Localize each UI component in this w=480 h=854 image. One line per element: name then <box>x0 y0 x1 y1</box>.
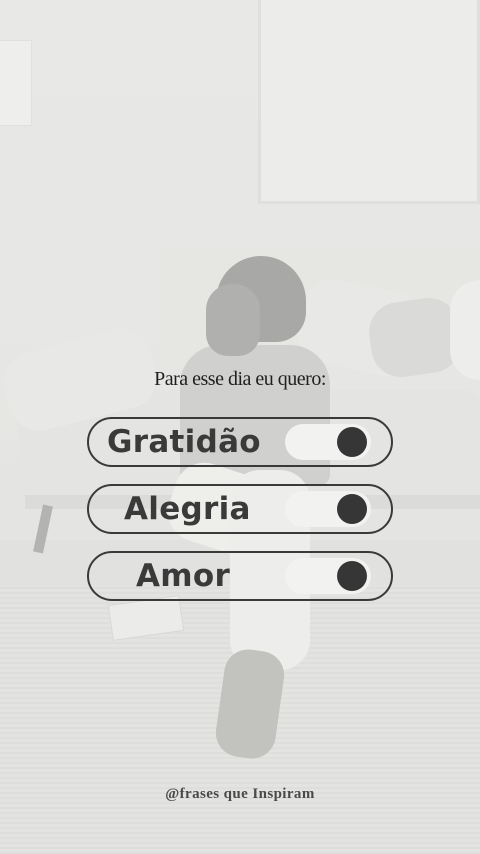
toggle-label: Amor <box>136 558 231 594</box>
toggle-knob <box>337 561 367 591</box>
footer-handle: @frases que Inspiram <box>165 786 315 802</box>
toggle-label: Gratidão <box>107 424 261 460</box>
toggle-switch[interactable] <box>285 424 371 460</box>
toggle-row-amor[interactable]: Amor <box>87 551 393 601</box>
heading: Para esse dia eu quero: <box>154 368 326 390</box>
toggle-row-alegria[interactable]: Alegria <box>87 484 393 534</box>
toggle-knob <box>337 427 367 457</box>
toggle-switch[interactable] <box>285 558 371 594</box>
toggle-switch[interactable] <box>285 491 371 527</box>
toggle-knob <box>337 494 367 524</box>
toggle-label: Alegria <box>124 491 251 527</box>
toggle-row-gratidao[interactable]: Gratidão <box>87 417 393 467</box>
